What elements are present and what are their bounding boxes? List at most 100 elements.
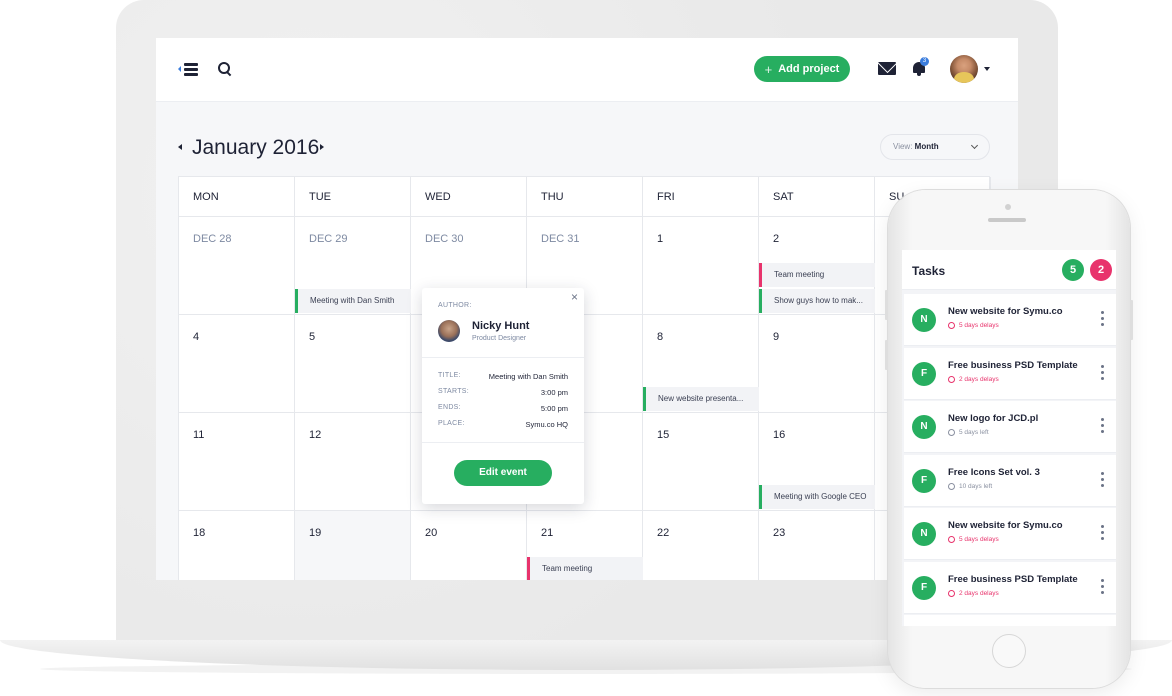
author-role: Product Designer: [472, 335, 527, 342]
day-cell[interactable]: DEC 29 Meeting with Dan Smith: [295, 217, 411, 315]
day-number: 1: [657, 233, 664, 245]
clock-icon: [948, 375, 955, 383]
day-cell[interactable]: 4: [179, 315, 295, 413]
day-number: DEC 29: [309, 233, 348, 245]
view-select-label: View:: [893, 142, 913, 151]
day-number: 22: [657, 527, 670, 539]
task-row[interactable]: F Free Icons Set vol. 3 10 days left: [904, 454, 1116, 507]
day-number: DEC 30: [425, 233, 464, 245]
event-popover: × AUTHOR: Nicky Hunt Product Designer TI…: [422, 288, 584, 504]
day-cell[interactable]: 12: [295, 413, 411, 511]
day-cell[interactable]: 21 Team meeting: [527, 511, 643, 580]
task-meta-text: 10 days left: [959, 482, 993, 490]
more-vertical-icon[interactable]: [1101, 311, 1104, 328]
search-icon[interactable]: [218, 62, 232, 76]
more-vertical-icon[interactable]: [1101, 364, 1104, 382]
more-vertical-icon[interactable]: [1101, 525, 1104, 542]
author-label: AUTHOR:: [438, 302, 472, 309]
day-cell[interactable]: 8 New website presenta...: [643, 315, 759, 413]
task-initial-avatar: N: [912, 308, 936, 332]
day-number: DEC 31: [541, 233, 580, 245]
day-cell[interactable]: 2 Team meeting Show guys how to mak...: [759, 217, 875, 315]
notification-badge: 3: [920, 57, 929, 66]
task-meta-text: 5 days delays: [959, 536, 999, 543]
task-title: Free business PSD Template: [948, 359, 1078, 371]
close-icon[interactable]: ×: [571, 290, 578, 304]
day-number: 8: [657, 331, 664, 343]
day-number: 16: [773, 429, 786, 441]
edit-event-button[interactable]: Edit event: [454, 460, 552, 486]
day-number: 2: [773, 233, 780, 245]
user-avatar[interactable]: [950, 55, 978, 83]
day-cell[interactable]: 18: [179, 511, 295, 580]
task-row[interactable]: N New logo for JCD.pl 5 days left: [904, 401, 1116, 453]
day-cell[interactable]: 22: [643, 511, 759, 580]
next-month-icon[interactable]: [320, 144, 324, 150]
clock-icon: [948, 322, 955, 329]
divider: [422, 442, 584, 443]
more-vertical-icon[interactable]: [1101, 471, 1104, 489]
day-cell[interactable]: 1: [643, 217, 759, 315]
calendar-event[interactable]: Meeting with Google CEO: [759, 485, 875, 509]
add-project-button[interactable]: + Add project: [754, 56, 850, 82]
starts-label: STARTS:: [438, 388, 470, 395]
weekday-header: THU: [527, 177, 643, 217]
title-value: Meeting with Dan Smith: [488, 372, 568, 381]
task-title: Free Icons Set vol. 3: [948, 466, 1040, 478]
task-row[interactable]: F Free business PSD Template 2 days delays: [904, 561, 1116, 614]
day-cell[interactable]: 11: [179, 413, 295, 511]
add-project-label: Add project: [778, 63, 840, 75]
task-title: New logo for JCD.pl: [948, 413, 1039, 424]
phone-home-button: [992, 634, 1026, 668]
calendar-event[interactable]: Team meeting: [759, 263, 875, 287]
tasks-count-badge[interactable]: 5: [1062, 259, 1084, 281]
task-meta: 2 days delays: [948, 589, 999, 597]
task-title: New website for Symu.co: [948, 306, 1063, 317]
task-meta: 5 days left: [948, 429, 989, 436]
calendar-event[interactable]: Show guys how to mak...: [759, 289, 875, 313]
day-number: 11: [193, 429, 205, 441]
phone-side-button: [885, 340, 888, 370]
task-row[interactable]: N New website for Symu.co 5 days delays: [904, 294, 1116, 346]
calendar-event[interactable]: New website presenta...: [643, 387, 759, 411]
title-label: TITLE:: [438, 372, 461, 379]
prev-month-icon[interactable]: [178, 144, 182, 150]
phone-screen: Tasks 5 2 N New website for Symu.co 5 days…: [902, 250, 1116, 626]
tasks-header: Tasks 5 2: [902, 250, 1116, 290]
day-cell[interactable]: DEC 28: [179, 217, 295, 315]
more-vertical-icon[interactable]: [1101, 578, 1104, 596]
task-meta-text: 2 days delays: [959, 589, 999, 597]
day-cell[interactable]: 16 Meeting with Google CEO: [759, 413, 875, 511]
task-meta-text: 5 days left: [959, 429, 989, 436]
phone-side-button: [1130, 300, 1133, 340]
day-number: 15: [657, 429, 670, 441]
day-number: 23: [773, 527, 786, 539]
view-select-value: Month: [914, 142, 939, 151]
task-meta: 10 days left: [948, 482, 993, 490]
day-cell[interactable]: 20: [411, 511, 527, 580]
task-row[interactable]: F Free business PSD Template 2 days delays: [904, 347, 1116, 400]
day-cell[interactable]: 15: [643, 413, 759, 511]
calendar-event[interactable]: Meeting with Dan Smith: [295, 289, 411, 313]
author-name: Nicky Hunt: [472, 320, 530, 332]
menu-icon[interactable]: [178, 63, 198, 77]
task-row[interactable]: N New website for Symu.co 5 days delays: [904, 508, 1116, 560]
task-row[interactable]: NNew logo for JCD.pl: [904, 615, 1116, 626]
day-cell[interactable]: 19: [295, 511, 411, 580]
task-title: New website for Symu.co: [948, 520, 1063, 531]
task-initial-avatar: N: [912, 415, 936, 439]
mail-icon[interactable]: [878, 62, 896, 75]
calendar-event[interactable]: Team meeting: [527, 557, 643, 580]
ends-label: ENDS:: [438, 404, 461, 411]
day-number: 21: [541, 527, 554, 539]
task-initial-avatar: F: [912, 361, 936, 386]
more-vertical-icon[interactable]: [1101, 418, 1104, 435]
day-cell[interactable]: 23: [759, 511, 875, 580]
chevron-down-icon[interactable]: [984, 67, 990, 71]
day-cell[interactable]: 5: [295, 315, 411, 413]
view-select[interactable]: View: Month: [880, 134, 990, 160]
day-cell[interactable]: 9: [759, 315, 875, 413]
task-initial-avatar: N: [912, 522, 936, 546]
tasks-late-badge[interactable]: 2: [1090, 259, 1112, 281]
phone-speaker: [988, 218, 1026, 222]
